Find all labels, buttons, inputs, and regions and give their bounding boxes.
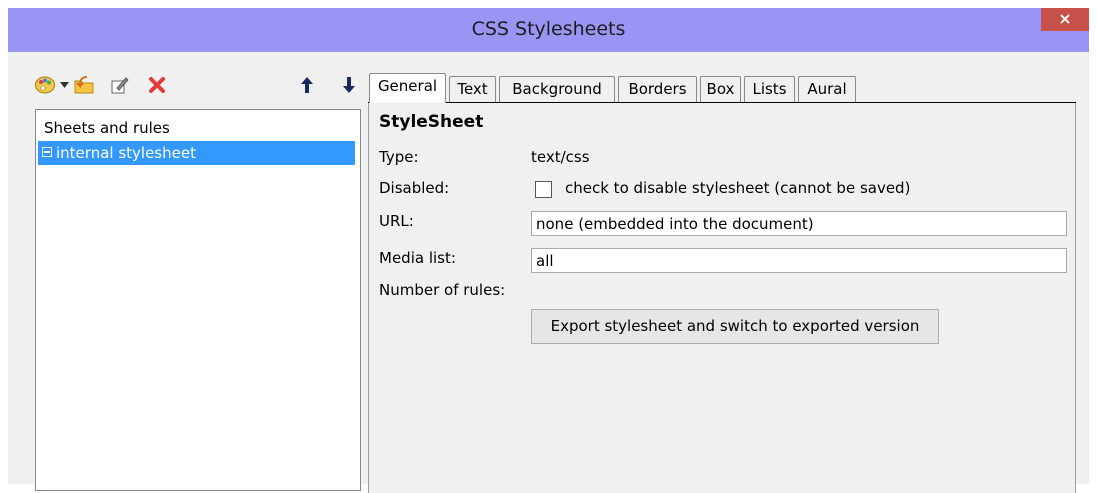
tree-item-label: internal stylesheet (56, 144, 196, 162)
type-value: text/css (531, 148, 590, 166)
disabled-label: Disabled: (379, 179, 450, 197)
tab-lists[interactable]: Lists (744, 76, 795, 103)
palette-icon[interactable] (34, 73, 56, 97)
edit-icon[interactable] (109, 73, 131, 97)
type-label: Type: (379, 148, 419, 166)
dialog-body: Sheets and rules internal stylesheet Gen… (8, 52, 1089, 493)
move-up-icon[interactable] (298, 73, 316, 97)
export-stylesheet-button[interactable]: Export stylesheet and switch to exported… (531, 309, 939, 344)
move-down-icon[interactable] (340, 73, 358, 97)
tab-general[interactable]: General (369, 73, 446, 103)
window-title: CSS Stylesheets (471, 18, 626, 40)
tab-box[interactable]: Box (700, 76, 741, 103)
url-field[interactable]: none (embedded into the document) (531, 211, 1067, 236)
media-list-field[interactable]: all (531, 248, 1067, 273)
dropdown-arrow-icon[interactable] (59, 73, 69, 97)
media-list-label: Media list: (379, 249, 456, 267)
tab-text[interactable]: Text (449, 76, 496, 103)
disable-checkbox-label[interactable]: check to disable stylesheet (cannot be s… (565, 179, 910, 197)
collapse-icon[interactable] (42, 147, 52, 157)
general-panel: StyleSheet Type: text/css Disabled: chec… (368, 103, 1076, 493)
tab-borders[interactable]: Borders (618, 76, 697, 103)
sheets-tree[interactable]: Sheets and rules internal stylesheet (35, 109, 361, 491)
dialog-window: CSS Stylesheets × Sheets and rules inter… (8, 8, 1089, 493)
tree-item-internal-stylesheet[interactable]: internal stylesheet (38, 141, 355, 165)
rules-count-label: Number of rules: (379, 281, 506, 299)
tree-header: Sheets and rules (44, 119, 170, 137)
panel-title: StyleSheet (379, 112, 484, 132)
import-icon[interactable] (72, 73, 96, 97)
disable-checkbox[interactable] (535, 181, 552, 198)
close-button[interactable]: × (1041, 8, 1089, 31)
title-bar[interactable]: CSS Stylesheets × (8, 8, 1089, 50)
tab-aural[interactable]: Aural (798, 76, 856, 103)
url-label: URL: (379, 212, 414, 230)
delete-icon[interactable] (146, 73, 168, 97)
toolbar (34, 73, 364, 99)
tab-background[interactable]: Background (499, 76, 615, 103)
